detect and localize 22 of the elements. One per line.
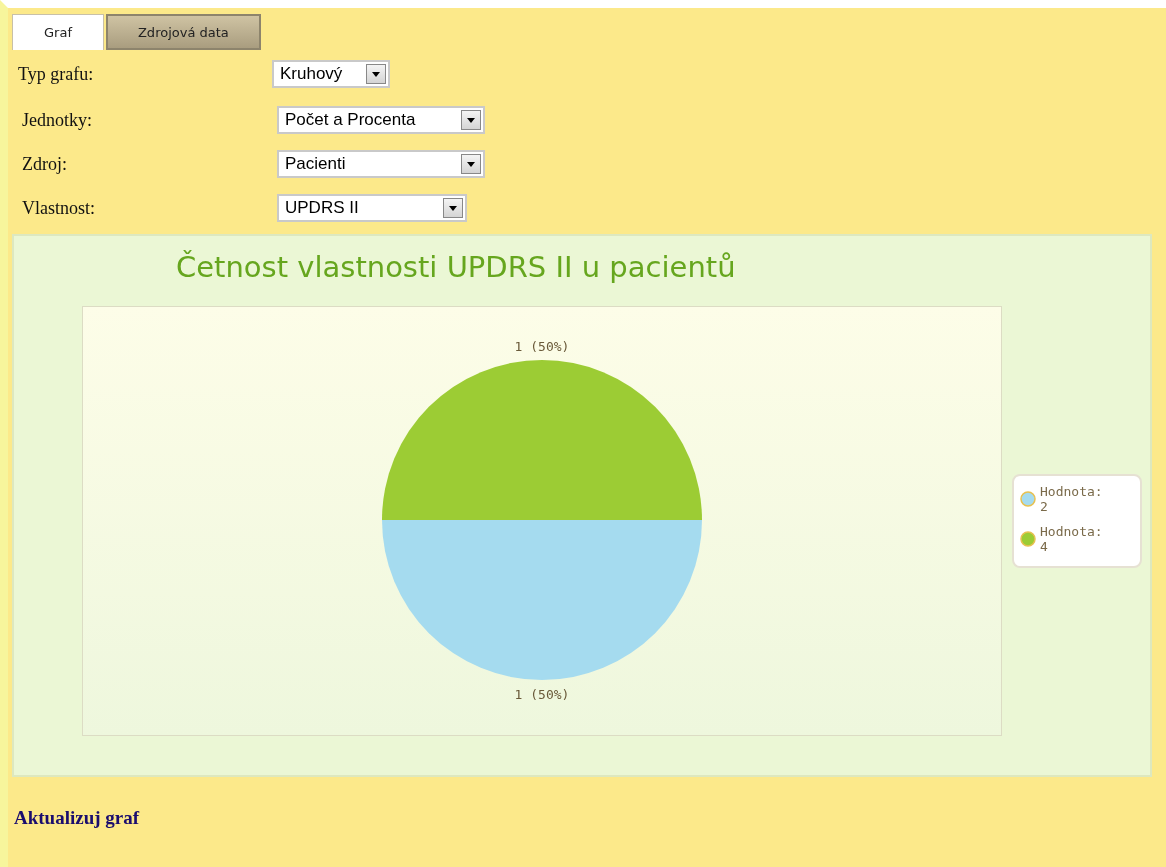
dropdown[interactable]: UPDRS II: [277, 194, 467, 222]
field-label: Vlastnost:: [22, 197, 96, 219]
tab[interactable]: Zdrojová data: [105, 14, 261, 50]
field-label: Zdroj:: [22, 153, 68, 175]
legend-dot: [1020, 531, 1036, 547]
chart-title: Četnost vlastnosti UPDRS II u pacientů: [176, 250, 737, 286]
caret-icon: [372, 71, 380, 77]
legend-label: Hodnota: 2: [1040, 484, 1104, 514]
update-chart-link[interactable]: Aktualizuj graf: [14, 807, 140, 829]
dropdown[interactable]: Pacienti: [277, 150, 485, 178]
caret-icon: [449, 205, 457, 211]
field-label: Typ grafu:: [18, 63, 95, 85]
slice-label: 1 (50%): [514, 687, 570, 702]
slice-label: 1 (50%): [514, 339, 570, 354]
dropdown[interactable]: Kruhový: [272, 60, 390, 88]
tab[interactable]: Graf: [12, 14, 104, 50]
caret-icon: [467, 117, 475, 123]
legend-dot: [1020, 491, 1036, 507]
legend-label: Hodnota: 4: [1040, 524, 1104, 554]
field-label: Jednotky:: [22, 109, 93, 131]
dropdown[interactable]: Počet a Procenta: [277, 106, 485, 134]
caret-icon: [467, 161, 475, 167]
